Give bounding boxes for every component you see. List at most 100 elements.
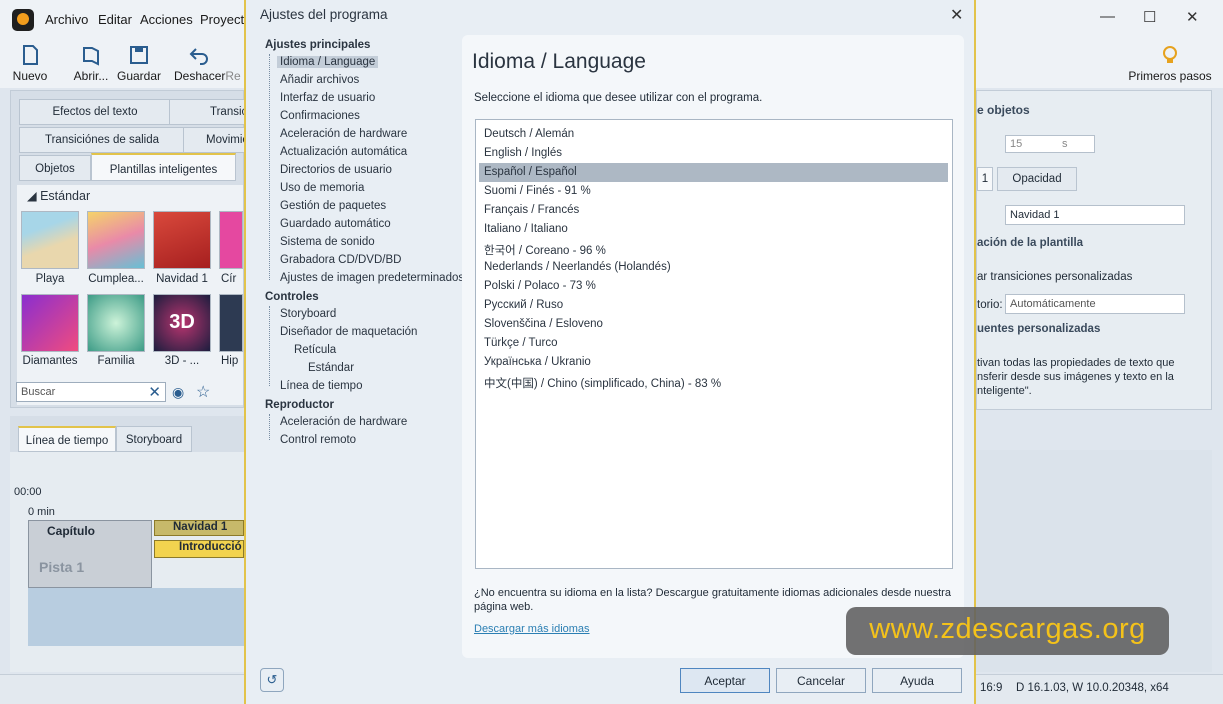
- thumb-label: Familia: [97, 355, 135, 367]
- tree-item-grid[interactable]: Retícula: [294, 344, 336, 356]
- name-input[interactable]: Navidad 1: [1005, 205, 1185, 225]
- tab-exit-transitions[interactable]: Transiciónes de salida: [19, 127, 185, 153]
- audio-track[interactable]: [28, 588, 244, 646]
- tree-item-sound[interactable]: Sistema de sonido: [280, 236, 375, 248]
- undo-icon: [189, 48, 208, 65]
- language-option[interactable]: Türkçe / Turco: [479, 334, 948, 353]
- language-option[interactable]: Español / Español: [479, 163, 948, 182]
- download-languages-link[interactable]: Descargar más idiomas: [474, 623, 590, 635]
- eye-icon[interactable]: ◉: [172, 384, 184, 401]
- redo-button[interactable]: Re: [222, 44, 244, 84]
- clear-icon[interactable]: ✕: [148, 383, 161, 401]
- tab-smart-templates[interactable]: Plantillas inteligentes: [91, 153, 236, 181]
- template-thumb[interactable]: [219, 294, 243, 352]
- tree-item-add-files[interactable]: Añadir archivos: [280, 74, 359, 86]
- language-option[interactable]: Deutsch / Alemán: [479, 125, 948, 144]
- tab-opacity[interactable]: Opacidad: [997, 167, 1077, 191]
- tab-objects[interactable]: Objetos: [19, 155, 91, 181]
- language-option[interactable]: Italiano / Italiano: [479, 220, 948, 239]
- open-button[interactable]: Abrir...: [66, 44, 116, 84]
- tree-item-standard[interactable]: Estándar: [308, 362, 354, 374]
- menu-acciones[interactable]: Acciones: [140, 12, 193, 27]
- tree-group-player[interactable]: Reproductor: [265, 399, 334, 411]
- tree-item-user-dirs[interactable]: Directorios de usuario: [280, 164, 392, 176]
- close-window-icon[interactable]: ✕: [1186, 8, 1199, 26]
- language-option[interactable]: Nederlands / Neerlandés (Holandés): [479, 258, 948, 277]
- duration-input[interactable]: 15 s: [1005, 135, 1095, 153]
- template-thumb[interactable]: [219, 211, 243, 269]
- language-option[interactable]: Suomi / Finés - 91 %: [479, 182, 948, 201]
- tree-item-memory[interactable]: Uso de memoria: [280, 182, 364, 194]
- template-thumb[interactable]: [21, 211, 79, 269]
- ok-label: Aceptar: [704, 674, 746, 688]
- cancel-label: Cancelar: [796, 674, 846, 688]
- template-thumb[interactable]: [21, 294, 79, 352]
- clip-intro[interactable]: Introducció: [154, 540, 244, 558]
- tab-timeline[interactable]: Línea de tiempo: [18, 426, 116, 452]
- language-list[interactable]: Deutsch / Alemán English / Inglés Español …: [475, 119, 953, 569]
- minimize-icon[interactable]: —: [1100, 8, 1115, 25]
- clip-label: Navidad 1: [173, 521, 228, 533]
- language-option[interactable]: Français / Francés: [479, 201, 948, 220]
- language-option[interactable]: English / Inglés: [479, 144, 948, 163]
- close-icon[interactable]: ✕: [950, 5, 963, 25]
- chapter-track[interactable]: Capítulo Pista 1: [28, 520, 152, 588]
- tree-item-autosave[interactable]: Guardado automático: [280, 218, 391, 230]
- save-button[interactable]: Guardar: [114, 44, 164, 84]
- template-thumb[interactable]: 3D: [153, 294, 211, 352]
- clip-navidad[interactable]: Navidad 1: [154, 520, 244, 536]
- save-icon: [130, 46, 148, 64]
- tree-item-player-hw-accel[interactable]: Aceleración de hardware: [280, 416, 407, 428]
- auto-select[interactable]: Automáticamente: [1005, 294, 1185, 314]
- tree-group-controls[interactable]: Controles: [265, 291, 319, 303]
- template-thumb[interactable]: [87, 294, 145, 352]
- tree-item-packages[interactable]: Gestión de paquetes: [280, 200, 386, 212]
- language-option[interactable]: Русский / Ruso: [479, 296, 948, 315]
- category-label[interactable]: ◢ Estándar: [27, 188, 90, 203]
- cancel-button[interactable]: Cancelar: [776, 668, 866, 693]
- reset-settings-icon[interactable]: ↺: [260, 668, 284, 692]
- template-thumb[interactable]: [87, 211, 145, 269]
- desc-line-2: nsferir desde sus imágenes y texto en la: [977, 371, 1174, 383]
- language-option[interactable]: 中文(中国) / Chino (simplificado, China) - 8…: [479, 372, 948, 391]
- tree-group-main[interactable]: Ajustes principales: [265, 39, 370, 51]
- language-option[interactable]: Українська / Ukranio: [479, 353, 948, 372]
- search-input[interactable]: Buscar ✕: [16, 382, 166, 402]
- tab-label: Plantillas inteligentes: [109, 164, 218, 176]
- undo-button[interactable]: Deshacer: [174, 44, 225, 84]
- tree-item-image-defaults[interactable]: Ajustes de imagen predeterminados: [280, 272, 464, 284]
- tree-item-timeline[interactable]: Línea de tiempo: [280, 380, 362, 392]
- track-name: Pista 1: [39, 559, 85, 575]
- maximize-icon[interactable]: ☐: [1143, 8, 1156, 26]
- language-option[interactable]: 한국어 / Coreano - 96 %: [479, 239, 948, 258]
- tree-item-confirmations[interactable]: Confirmaciones: [280, 110, 360, 122]
- tab-one[interactable]: 1: [977, 167, 993, 191]
- tree-item-hw-accel[interactable]: Aceleración de hardware: [280, 128, 407, 140]
- tab-transitions[interactable]: Transic: [169, 99, 249, 125]
- tree-item-language[interactable]: Idioma / Language: [277, 56, 379, 68]
- tree-item-storyboard[interactable]: Storyboard: [280, 308, 336, 320]
- tree-item-ui[interactable]: Interfaz de usuario: [280, 92, 375, 104]
- language-option[interactable]: Polski / Polaco - 73 %: [479, 277, 948, 296]
- menu-archivo[interactable]: Archivo: [45, 12, 88, 27]
- tab-text-effects[interactable]: Efectos del texto: [19, 99, 171, 125]
- star-icon[interactable]: ☆: [196, 382, 210, 402]
- language-option[interactable]: Slovenščina / Esloveno: [479, 315, 948, 334]
- primeros-pasos-label: Primeros pasos: [1128, 69, 1212, 83]
- help-button[interactable]: Ayuda: [872, 668, 962, 693]
- primeros-pasos-button[interactable]: Primeros pasos: [1125, 44, 1215, 84]
- tree-item-burner[interactable]: Grabadora CD/DVD/BD: [280, 254, 401, 266]
- template-thumb[interactable]: [153, 211, 211, 269]
- tree-item-auto-update[interactable]: Actualización automática: [280, 146, 407, 158]
- tree-item-layout-designer[interactable]: Diseñador de maquetación: [280, 326, 417, 338]
- ok-button[interactable]: Aceptar: [680, 668, 770, 693]
- panel-title: e objetos: [977, 103, 1030, 117]
- new-button[interactable]: Nuevo: [5, 44, 55, 84]
- media-pool-panel: Efectos del texto Transic Transiciónes d…: [10, 90, 249, 408]
- tree-item-remote[interactable]: Control remoto: [280, 434, 356, 446]
- tab-label: Efectos del texto: [52, 106, 138, 118]
- missing-language-text-2: página web.: [474, 601, 534, 613]
- tab-storyboard[interactable]: Storyboard: [116, 426, 192, 452]
- tab-motion[interactable]: Movimie: [183, 127, 249, 153]
- menu-editar[interactable]: Editar: [98, 12, 132, 27]
